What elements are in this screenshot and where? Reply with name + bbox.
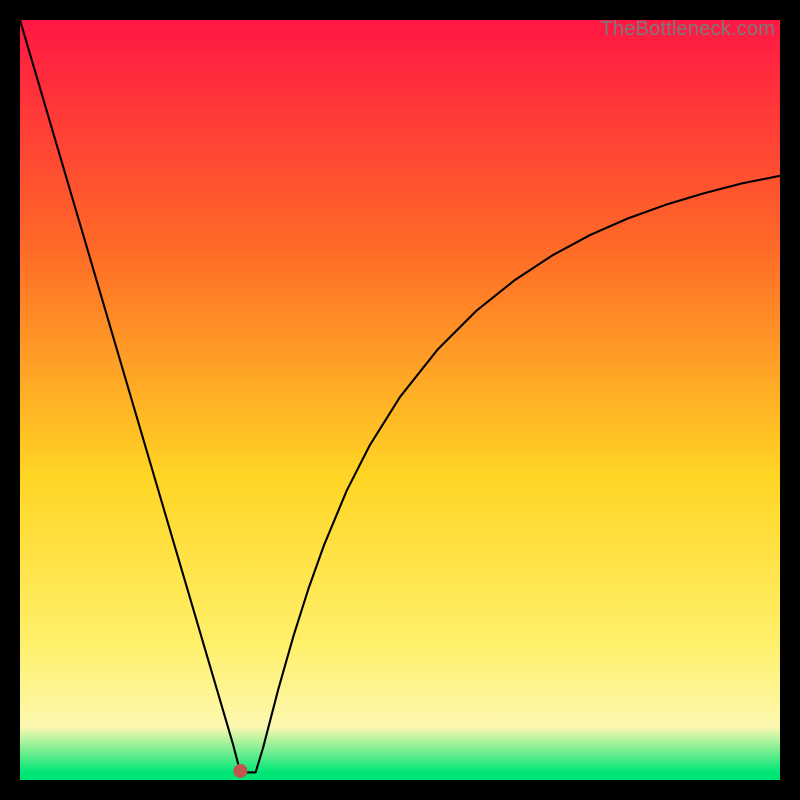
bottleneck-plot [20, 20, 780, 780]
watermark-label: TheBottleneck.com [600, 18, 775, 41]
gradient-background [20, 20, 780, 780]
plot-area: TheBottleneck.com [20, 20, 780, 780]
optimal-point-marker [233, 764, 247, 778]
chart-frame: TheBottleneck.com [0, 0, 800, 800]
